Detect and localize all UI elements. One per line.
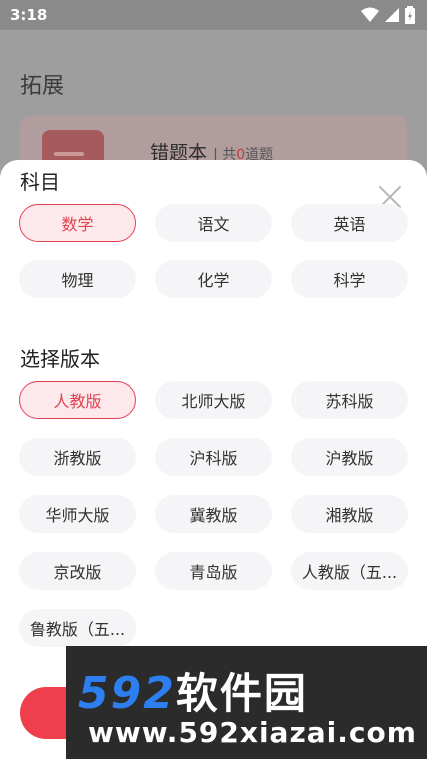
watermark: 592软件园 www.592xiazai.com bbox=[66, 646, 427, 759]
subject-chip-chinese[interactable]: 语文 bbox=[155, 204, 272, 242]
edition-chip[interactable]: 湘教版 bbox=[291, 495, 408, 533]
edition-chip[interactable]: 沪科版 bbox=[155, 438, 272, 476]
edition-chip[interactable]: 鲁教版（五... bbox=[19, 609, 136, 647]
edition-section-title: 选择版本 bbox=[20, 347, 100, 371]
subject-chip-science[interactable]: 科学 bbox=[291, 260, 408, 298]
subject-chip-physics[interactable]: 物理 bbox=[19, 260, 136, 298]
subject-chip-chemistry[interactable]: 化学 bbox=[155, 260, 272, 298]
status-bar: 3:18 bbox=[0, 0, 427, 30]
watermark-url: www.592xiazai.com bbox=[88, 716, 417, 749]
signal-icon bbox=[385, 8, 399, 22]
subject-chip-english[interactable]: 英语 bbox=[291, 204, 408, 242]
subject-section-title: 科目 bbox=[20, 170, 60, 194]
page-title: 拓展 bbox=[20, 74, 65, 99]
status-icons bbox=[361, 6, 415, 24]
edition-chip[interactable]: 沪教版 bbox=[291, 438, 408, 476]
edition-chip[interactable]: 浙教版 bbox=[19, 438, 136, 476]
edition-chip[interactable]: 苏科版 bbox=[291, 381, 408, 419]
edition-chip[interactable]: 北师大版 bbox=[155, 381, 272, 419]
status-time: 3:18 bbox=[10, 6, 48, 24]
edition-chip[interactable]: 京改版 bbox=[19, 552, 136, 590]
edition-chip[interactable]: 人教版（五... bbox=[291, 552, 408, 590]
edition-chip[interactable]: 华师大版 bbox=[19, 495, 136, 533]
watermark-logo: 592软件园 bbox=[78, 668, 308, 719]
edition-chip[interactable]: 青岛版 bbox=[155, 552, 272, 590]
wifi-icon bbox=[361, 7, 379, 22]
edition-chip[interactable]: 人教版 bbox=[19, 381, 136, 419]
edition-chip[interactable]: 冀教版 bbox=[155, 495, 272, 533]
subject-chip-math[interactable]: 数学 bbox=[19, 204, 136, 242]
battery-icon bbox=[405, 6, 415, 24]
